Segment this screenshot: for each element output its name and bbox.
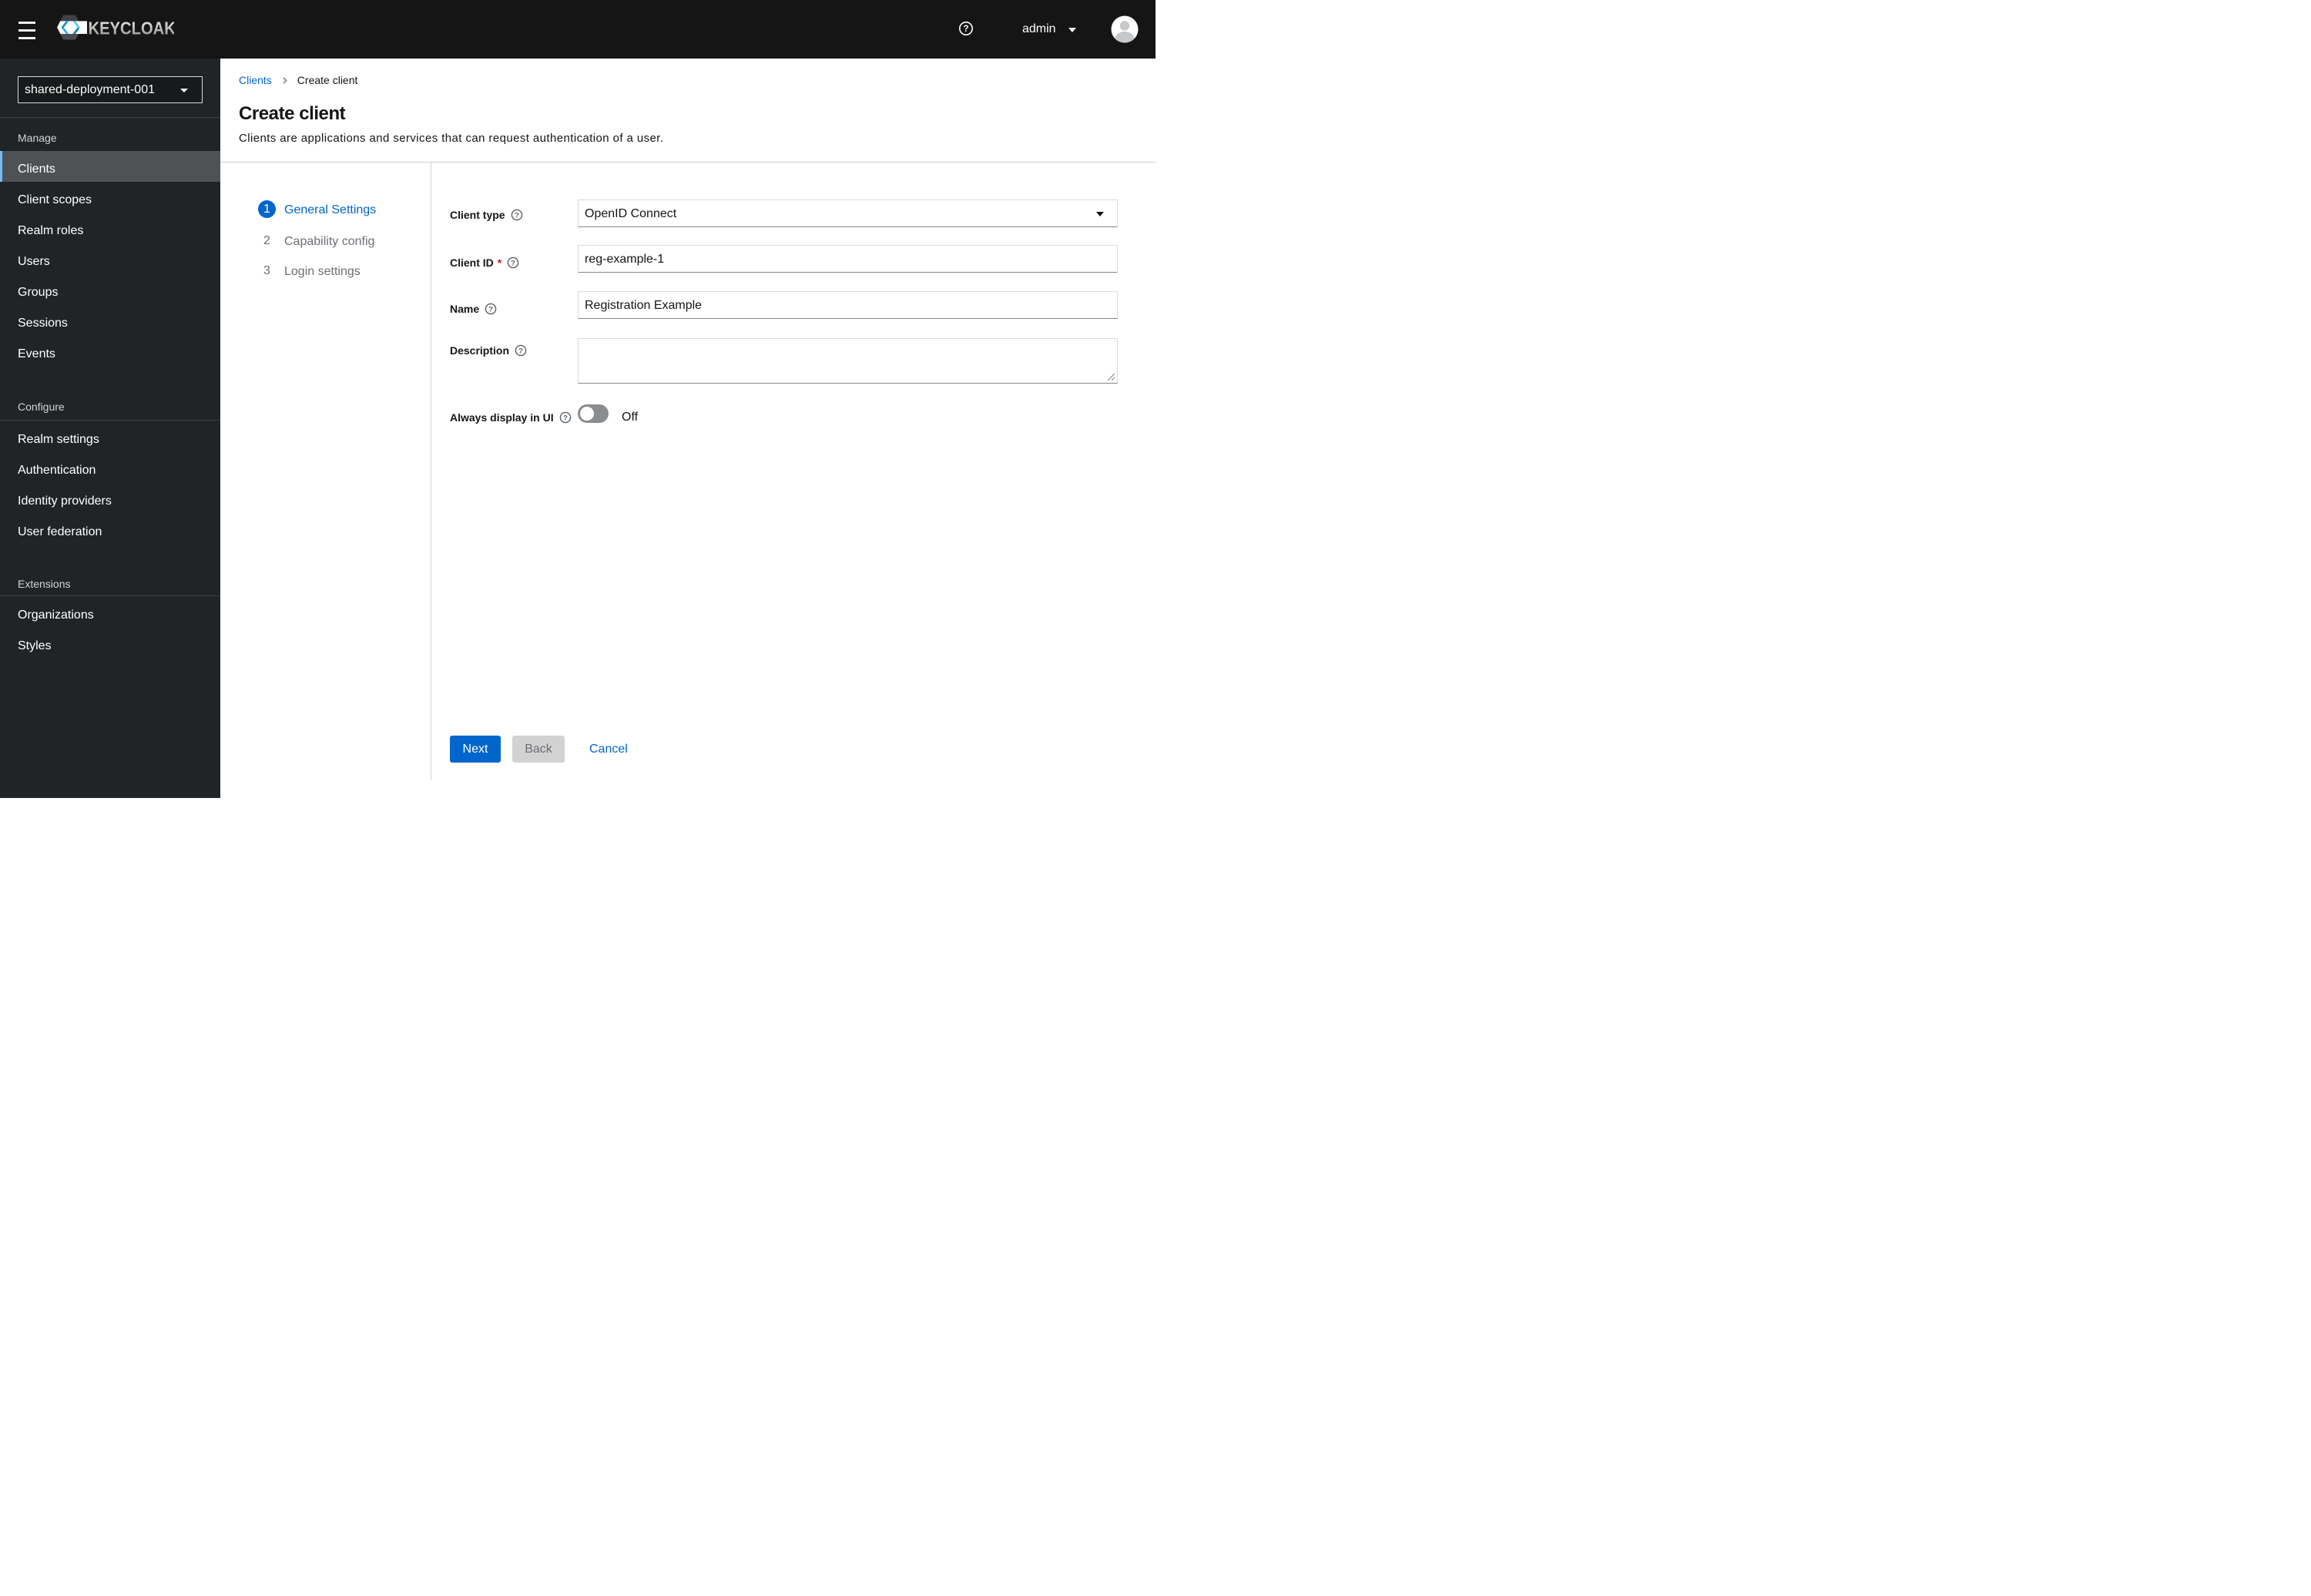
svg-text:?: ? [518, 347, 523, 355]
svg-text:?: ? [511, 259, 515, 267]
svg-text:KEYCLOAK: KEYCLOAK [89, 18, 175, 39]
svg-text:?: ? [515, 211, 519, 220]
svg-text:?: ? [563, 414, 568, 422]
svg-text:?: ? [963, 25, 968, 34]
svg-text:?: ? [488, 305, 493, 314]
